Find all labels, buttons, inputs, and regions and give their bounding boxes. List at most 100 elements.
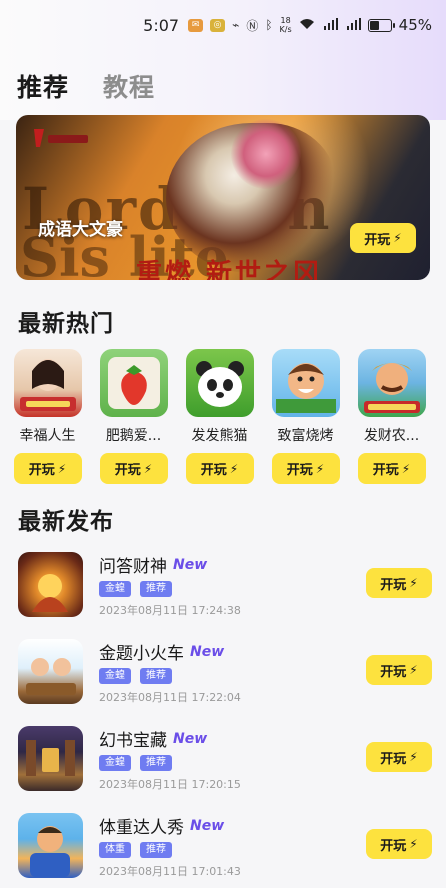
status-bar: 5:07 ✉ ◎ ⌁ Ⓝ ᛒ 18 K/s 45%: [0, 0, 446, 50]
game-thumbnail[interactable]: [18, 813, 83, 878]
lightning-icon: ⚡: [393, 231, 402, 245]
wifi-icon: [299, 18, 315, 33]
list-item[interactable]: 问答财神 New 金蝗 推荐 2023年08月11日 17:24:38 开玩 ⚡: [18, 548, 432, 635]
lightning-icon: ⚡: [409, 663, 418, 677]
list-play-button[interactable]: 开玩 ⚡: [366, 829, 432, 859]
app-notification-icon-2: ◎: [210, 18, 226, 32]
hot-section-title: 最新热门: [18, 311, 114, 337]
play-label: 开玩: [380, 577, 407, 593]
list-play-button[interactable]: 开玩 ⚡: [366, 742, 432, 772]
play-label: 开玩: [372, 463, 399, 478]
battery-icon: [367, 18, 395, 32]
speed-value: 18: [280, 16, 291, 25]
releases-list: 问答财神 New 金蝗 推荐 2023年08月11日 17:24:38 开玩 ⚡ …: [18, 548, 432, 888]
game-name: 问答财神: [99, 557, 167, 577]
new-badge: New: [190, 643, 225, 660]
new-badge: New: [173, 730, 208, 747]
list-play-button[interactable]: 开玩 ⚡: [366, 568, 432, 598]
release-time: 2023年08月11日 17:01:43: [99, 865, 241, 878]
lightning-icon: ⚡: [143, 461, 153, 476]
releases-section-title: 最新发布: [18, 509, 114, 535]
bluetooth-icon: ᛒ: [265, 18, 273, 32]
play-label: 开玩: [380, 664, 407, 680]
nfc-icon: Ⓝ: [246, 18, 259, 33]
hot-games-row: 幸福人生 开玩 ⚡ 肥鹅爱... 开玩 ⚡ 发发熊猫 开玩 ⚡ 致富烧烤 开玩 …: [13, 349, 426, 484]
signal-icon-1: [322, 17, 338, 33]
game-name: 幻书宝藏: [99, 731, 167, 751]
list-item[interactable]: 金题小火车 New 金蝗 推荐 2023年08月11日 17:22:04 开玩 ⚡: [18, 635, 432, 722]
list-item[interactable]: 幻书宝藏 New 金蝗 推荐 2023年08月11日 17:20:15 开玩 ⚡: [18, 722, 432, 809]
top-tabs: 推荐 教程: [17, 68, 155, 104]
banner-logo: [34, 129, 88, 147]
hot-game-item[interactable]: 发财农... 开玩 ⚡: [357, 349, 426, 484]
banner-character-art-2: [231, 119, 301, 189]
play-label: 开玩: [380, 838, 407, 854]
hot-game-item[interactable]: 幸福人生 开玩 ⚡: [13, 349, 82, 484]
category-tag: 推荐: [140, 842, 172, 858]
hot-game-play-button[interactable]: 开玩 ⚡: [271, 453, 340, 484]
battery-percent: 45%: [398, 16, 432, 34]
category-tag: 推荐: [140, 581, 172, 597]
list-item[interactable]: 体重达人秀 New 体重 推荐 2023年08月11日 17:01:43 开玩 ⚡: [18, 809, 432, 888]
notification-icon: ⌁: [232, 18, 240, 32]
play-label: 开玩: [200, 463, 227, 478]
strawberry-icon[interactable]: [99, 349, 168, 417]
lightning-icon: ⚡: [401, 461, 411, 476]
category-tag: 金蝗: [99, 668, 131, 684]
play-label: 开玩: [28, 463, 55, 478]
new-badge: New: [173, 556, 208, 573]
play-label: 开玩: [364, 232, 391, 248]
lady-portrait-icon[interactable]: [13, 349, 82, 417]
lightning-icon: ⚡: [57, 461, 67, 476]
category-tag: 推荐: [140, 668, 172, 684]
play-label: 开玩: [114, 463, 141, 478]
featured-banner[interactable]: Lord Son Sis lite 成语大文豪 重燃 新世之冈 开玩 ⚡: [16, 115, 430, 280]
hot-game-name: 肥鹅爱...: [105, 428, 162, 444]
game-thumbnail[interactable]: [18, 552, 83, 617]
farmer-icon[interactable]: [357, 349, 426, 417]
lightning-icon: ⚡: [315, 461, 325, 476]
category-tag: 体重: [99, 842, 131, 858]
play-label: 开玩: [380, 751, 407, 767]
category-tag: 金蝗: [99, 755, 131, 771]
hot-game-play-button[interactable]: 开玩 ⚡: [185, 453, 254, 484]
lightning-icon: ⚡: [229, 461, 239, 476]
banner-play-button[interactable]: 开玩 ⚡: [350, 223, 416, 253]
lightning-icon: ⚡: [409, 576, 418, 590]
lightning-icon: ⚡: [409, 750, 418, 764]
app-notification-icon: ✉: [188, 18, 204, 32]
hot-game-play-button[interactable]: 开玩 ⚡: [357, 453, 426, 484]
bbq-chef-icon[interactable]: [271, 349, 340, 417]
release-time: 2023年08月11日 17:24:38: [99, 604, 241, 617]
category-tag: 金蝗: [99, 581, 131, 597]
tab-recommend[interactable]: 推荐: [17, 68, 69, 104]
signal-icon-2: [345, 17, 361, 33]
tab-tutorial[interactable]: 教程: [103, 68, 155, 104]
game-name: 体重达人秀: [99, 818, 184, 838]
status-time: 5:07: [143, 15, 180, 35]
game-thumbnail[interactable]: [18, 726, 83, 791]
game-thumbnail[interactable]: [18, 639, 83, 704]
hot-game-name: 发财农...: [363, 428, 420, 444]
hot-game-item[interactable]: 发发熊猫 开玩 ⚡: [185, 349, 254, 484]
hot-game-play-button[interactable]: 开玩 ⚡: [13, 453, 82, 484]
network-speed: 18 K/s: [280, 16, 292, 34]
hot-game-name: 发发熊猫: [191, 428, 248, 444]
hot-game-name: 致富烧烤: [277, 428, 334, 444]
game-name: 金题小火车: [99, 644, 184, 664]
list-play-button[interactable]: 开玩 ⚡: [366, 655, 432, 685]
new-badge: New: [190, 817, 225, 834]
hot-game-name: 幸福人生: [19, 428, 76, 444]
banner-slogan: 重燃 新世之冈: [136, 259, 323, 280]
hot-game-play-button[interactable]: 开玩 ⚡: [99, 453, 168, 484]
banner-game-title: 成语大文豪: [38, 220, 123, 240]
speed-unit: K/s: [279, 25, 292, 34]
play-label: 开玩: [286, 463, 313, 478]
hot-game-item[interactable]: 肥鹅爱... 开玩 ⚡: [99, 349, 168, 484]
category-tag: 推荐: [140, 755, 172, 771]
lightning-icon: ⚡: [409, 837, 418, 851]
release-time: 2023年08月11日 17:20:15: [99, 778, 241, 791]
release-time: 2023年08月11日 17:22:04: [99, 691, 241, 704]
hot-game-item[interactable]: 致富烧烤 开玩 ⚡: [271, 349, 340, 484]
panda-icon[interactable]: [185, 349, 254, 417]
